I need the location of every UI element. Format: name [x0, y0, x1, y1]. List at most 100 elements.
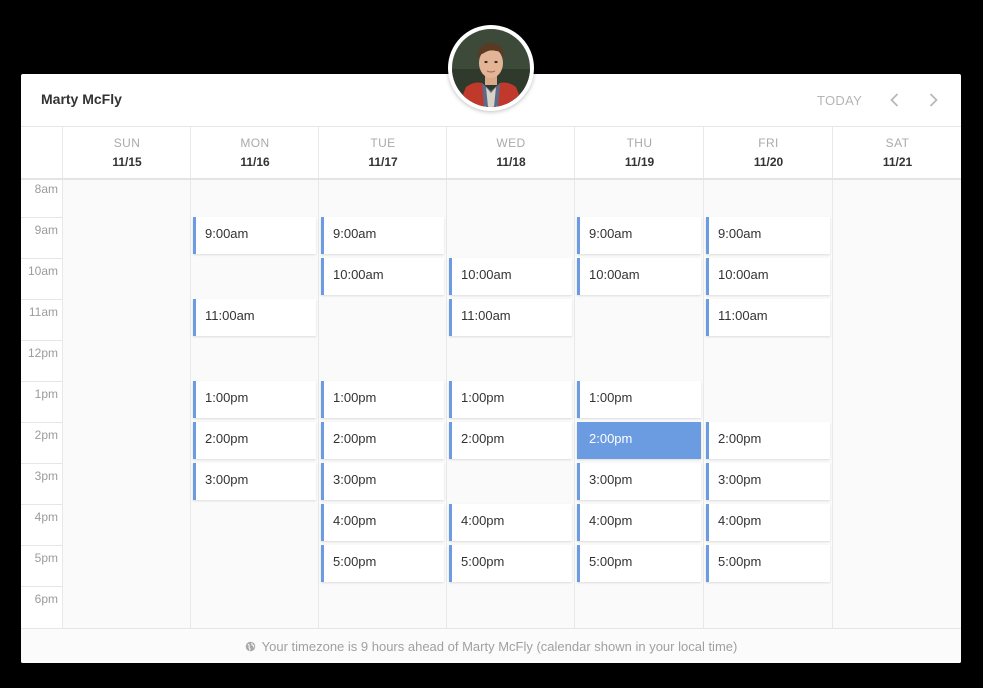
time-label: 10am [27, 264, 58, 278]
time-slot-label: 10:00am [718, 267, 769, 282]
timezone-text: Your timezone is 9 hours ahead of Marty … [261, 639, 738, 654]
time-label: 8am [34, 182, 58, 196]
day-column-sat [832, 180, 961, 628]
hour-divider [21, 381, 62, 382]
time-slot-button[interactable]: 2:00pm [577, 422, 701, 459]
day-date: 11/21 [882, 155, 913, 169]
time-slot-button[interactable]: 5:00pm [577, 545, 701, 582]
day-name: WED [496, 136, 526, 150]
time-slot-button[interactable]: 1:00pm [577, 381, 701, 418]
time-slot-label: 1:00pm [461, 390, 505, 405]
avatar [448, 25, 534, 111]
time-slot-button[interactable]: 3:00pm [706, 463, 830, 500]
time-slot-button[interactable]: 4:00pm [449, 504, 572, 541]
time-slot-label: 10:00am [589, 267, 640, 282]
time-column: 8am 9am 10am 11am 12pm 1pm 2pm 3pm 4pm 5pm 6pm [21, 180, 62, 628]
time-slot-label: 5:00pm [718, 554, 762, 569]
day-name: THU [626, 136, 653, 150]
time-slot-button[interactable]: 9:00am [706, 217, 830, 254]
time-slot-button[interactable]: 3:00pm [193, 463, 316, 500]
time-slot-button[interactable]: 11:00am [193, 299, 316, 336]
time-label: 2pm [34, 428, 58, 442]
day-column-tue: 9:00am 10:00am 1:00pm 2:00pm 3:00pm 4:00pm 5:0… [318, 180, 447, 628]
time-slot-label: 1:00pm [205, 390, 249, 405]
time-slot-label: 2:00pm [333, 431, 377, 446]
time-slot-label: 1:00pm [333, 390, 377, 405]
day-header-thu: THU 11/19 [574, 127, 704, 178]
time-slot-button[interactable]: 9:00am [321, 217, 444, 254]
time-slot-button[interactable]: 1:00pm [321, 381, 444, 418]
time-slot-button[interactable]: 11:00am [449, 299, 572, 336]
hour-divider [21, 545, 62, 546]
day-header-sun: SUN 11/15 [62, 127, 191, 178]
day-date: 11/18 [496, 155, 526, 169]
time-slot-button[interactable]: 2:00pm [321, 422, 444, 459]
time-slot-label: 9:00am [589, 226, 633, 241]
time-slot-label: 5:00pm [333, 554, 377, 569]
time-grid: 8am 9am 10am 11am 12pm 1pm 2pm 3pm 4pm 5pm 6pm 9:0… [21, 180, 961, 628]
day-name: MON [240, 136, 270, 150]
time-slot-button[interactable]: 9:00am [193, 217, 316, 254]
time-slot-label: 9:00am [718, 226, 762, 241]
time-slot-button[interactable]: 2:00pm [193, 422, 316, 459]
time-slot-button[interactable]: 10:00am [321, 258, 444, 295]
time-slot-label: 3:00pm [333, 472, 377, 487]
time-slot-label: 5:00pm [589, 554, 633, 569]
time-slot-label: 4:00pm [589, 513, 633, 528]
timezone-note: Your timezone is 9 hours ahead of Marty … [245, 639, 738, 655]
globe-icon [245, 640, 256, 655]
day-name: SAT [885, 136, 910, 150]
today-button[interactable]: TODAY [817, 93, 862, 108]
time-slot-label: 9:00am [333, 226, 377, 241]
day-date: 11/20 [753, 155, 784, 169]
time-slot-label: 4:00pm [461, 513, 505, 528]
time-slot-button[interactable]: 10:00am [706, 258, 830, 295]
prev-week-button[interactable] [885, 90, 905, 110]
time-slot-button[interactable]: 9:00am [577, 217, 701, 254]
time-slot-button[interactable]: 3:00pm [577, 463, 701, 500]
time-slot-button[interactable]: 5:00pm [706, 545, 830, 582]
time-slot-button[interactable]: 2:00pm [449, 422, 572, 459]
time-slot-label: 11:00am [461, 308, 511, 323]
day-header-mon: MON 11/16 [190, 127, 319, 178]
profile-photo [452, 29, 530, 107]
time-slot-label: 2:00pm [205, 431, 249, 446]
time-slot-label: 3:00pm [718, 472, 762, 487]
time-slot-button[interactable]: 4:00pm [321, 504, 444, 541]
time-slot-button[interactable]: 2:00pm [706, 422, 830, 459]
day-header-row: SUN 11/15 MON 11/16 TUE 11/17 WED 11/18 THU 11/19… [21, 127, 961, 180]
time-slot-label: 2:00pm [718, 431, 762, 446]
hour-divider [21, 340, 62, 341]
day-header-fri: FRI 11/20 [703, 127, 833, 178]
time-slot-button[interactable]: 4:00pm [706, 504, 830, 541]
next-week-button[interactable] [923, 90, 943, 110]
time-slot-label: 2:00pm [461, 431, 505, 446]
hour-divider [21, 504, 62, 505]
time-slot-button[interactable]: 5:00pm [321, 545, 444, 582]
day-header-tue: TUE 11/17 [318, 127, 447, 178]
time-slot-button[interactable]: 1:00pm [193, 381, 316, 418]
time-slot-label: 10:00am [333, 267, 384, 282]
time-slot-button[interactable]: 3:00pm [321, 463, 444, 500]
time-slot-button[interactable]: 1:00pm [449, 381, 572, 418]
time-label: 6pm [34, 592, 58, 606]
time-slot-button[interactable]: 11:00am [706, 299, 830, 336]
host-name: Marty McFly [41, 91, 122, 107]
hour-divider [21, 258, 62, 259]
time-label: 9am [34, 223, 58, 237]
time-slot-button[interactable]: 10:00am [449, 258, 572, 295]
timezone-footer: Your timezone is 9 hours ahead of Marty … [21, 628, 961, 663]
hour-divider [21, 586, 62, 587]
time-slot-button[interactable]: 10:00am [577, 258, 701, 295]
time-slot-label: 3:00pm [205, 472, 249, 487]
day-name: SUN [113, 136, 141, 150]
day-column-sun [62, 180, 191, 628]
day-name: TUE [370, 136, 396, 150]
time-slot-button[interactable]: 4:00pm [577, 504, 701, 541]
time-label: 11am [28, 305, 58, 319]
time-slot-label: 2:00pm [589, 431, 633, 446]
day-column-mon: 9:00am 11:00am 1:00pm 2:00pm 3:00pm [190, 180, 319, 628]
time-slot-button[interactable]: 5:00pm [449, 545, 572, 582]
day-date: 11/17 [368, 155, 398, 169]
day-column-fri: 9:00am 10:00am 11:00am 2:00pm 3:00pm 4:00pm 5:… [703, 180, 833, 628]
